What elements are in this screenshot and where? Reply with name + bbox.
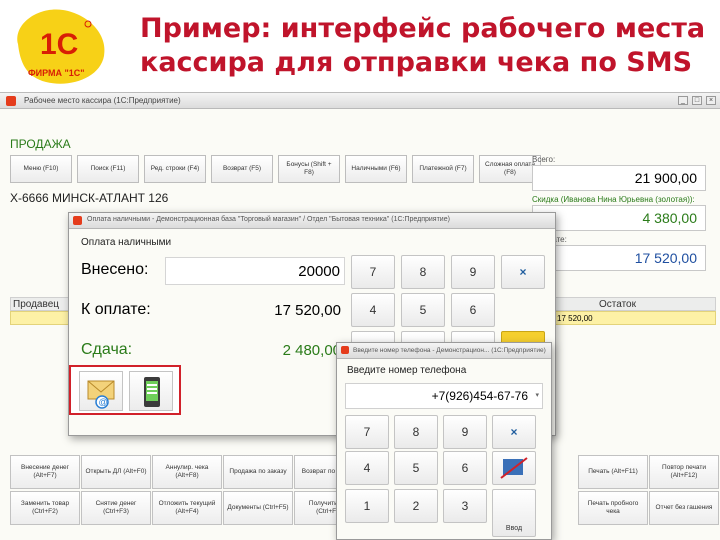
- change-label: Сдача:: [81, 341, 133, 358]
- bottom-button[interactable]: Заменить товар (Ctrl+F2): [10, 491, 80, 525]
- bottom-button[interactable]: Повтор печати (Alt+F12): [649, 455, 719, 489]
- no-phone-button[interactable]: [492, 451, 536, 485]
- menu-button[interactable]: Меню (F10): [10, 155, 72, 183]
- phone-key-5[interactable]: 5: [394, 451, 438, 485]
- topay-value: 17 520,00: [532, 245, 706, 271]
- email-receipt-button[interactable]: @: [79, 371, 123, 411]
- current-item-name: Х-6666 МИНСК-АТЛАНТ 126: [10, 191, 169, 205]
- slide-title-line1: Пример: интерфейс рабочего места: [140, 13, 706, 44]
- bottom-button[interactable]: Печать (Alt+F11): [578, 455, 648, 489]
- sms-receipt-button[interactable]: [129, 371, 173, 411]
- bonus-button[interactable]: Бонусы (Shift + F8): [278, 155, 340, 183]
- phone-key-3[interactable]: 3: [443, 489, 487, 523]
- bottom-button[interactable]: Документы (Ctrl+F5): [223, 491, 293, 525]
- key-5[interactable]: 5: [401, 293, 445, 327]
- maximize-icon[interactable]: □: [692, 96, 702, 105]
- slide-title-line2: кассира для отправки чека по SMS: [140, 47, 693, 78]
- close-icon[interactable]: ×: [706, 96, 716, 105]
- key-7[interactable]: 7: [351, 255, 395, 289]
- edit-row-button[interactable]: Ред. строки (F4): [144, 155, 206, 183]
- email-icon: @: [87, 380, 115, 409]
- topay-label: К оплате:: [81, 301, 151, 318]
- payment-dialog-title: Оплата наличными - Демонстрационная база…: [87, 216, 450, 223]
- bottom-button[interactable]: Внесение денег (Alt+F7): [10, 455, 80, 489]
- phone-key-6[interactable]: 6: [443, 451, 487, 485]
- phone-input[interactable]: +7(926)454-67-76 ▾: [345, 383, 543, 409]
- app-title: Рабочее место кассира (1С:Предприятие): [24, 96, 181, 105]
- topay-value: 17 520,00: [274, 302, 341, 319]
- key-9[interactable]: 9: [451, 255, 495, 289]
- phone-number-dialog: Введите номер телефона - Демонстрацион..…: [336, 342, 552, 540]
- bottom-button[interactable]: Печать пробного чека: [578, 491, 648, 525]
- app-logo-icon: [6, 96, 16, 106]
- clear-key[interactable]: ×: [501, 255, 545, 289]
- svg-text:ФИРМА "1С": ФИРМА "1С": [28, 68, 85, 78]
- key-8[interactable]: 8: [401, 255, 445, 289]
- 1c-logo: 1С ФИРМА "1С": [17, 9, 105, 84]
- phone-key-8[interactable]: 8: [394, 415, 438, 449]
- payment-heading: Оплата наличными: [81, 237, 172, 248]
- phone-dialog-logo-icon: [341, 346, 349, 354]
- cash-button[interactable]: Наличными (F6): [345, 155, 407, 183]
- minimize-icon[interactable]: _: [678, 96, 688, 105]
- phone-key-4[interactable]: 4: [345, 451, 389, 485]
- phone-clear-key[interactable]: ×: [492, 415, 536, 449]
- app-titlebar: Рабочее место кассира (1С:Предприятие) _…: [0, 93, 720, 109]
- mobile-phone-icon: [144, 377, 160, 407]
- phone-key-1[interactable]: 1: [345, 489, 389, 523]
- svg-text:1С: 1С: [40, 28, 78, 61]
- total-value: 21 900,00: [532, 165, 706, 191]
- paid-label: Внесено:: [81, 261, 149, 278]
- bottom-button[interactable]: Продажа по заказу: [223, 455, 293, 489]
- function-toolbar: Меню (F10) Поиск (F11) Ред. строки (F4) …: [10, 155, 541, 183]
- row-sum: 17 520,00: [557, 314, 593, 323]
- bottom-button[interactable]: Снятие денег (Ctrl+F3): [81, 491, 151, 525]
- card-button[interactable]: Платежной (F7): [412, 155, 474, 183]
- slide-header: 1С ФИРМА "1С" Пример: интерфейс рабочего…: [0, 0, 720, 92]
- dialog-logo-icon: [73, 216, 82, 225]
- key-6[interactable]: 6: [451, 293, 495, 327]
- mode-label: ПРОДАЖА: [10, 137, 71, 151]
- payment-titlebar: Оплата наличными - Демонстрационная база…: [69, 213, 555, 229]
- phone-dialog-title: Введите номер телефона - Демонстрацион..…: [353, 347, 546, 354]
- bottom-button[interactable]: Отложить текущий (Alt+F4): [152, 491, 222, 525]
- phone-heading: Введите номер телефона: [347, 365, 467, 376]
- paid-input[interactable]: 20000: [165, 257, 345, 285]
- search-button[interactable]: Поиск (F11): [77, 155, 139, 183]
- phone-key-2[interactable]: 2: [394, 489, 438, 523]
- bottom-button[interactable]: Отчет без гашения: [649, 491, 719, 525]
- key-4[interactable]: 4: [351, 293, 395, 327]
- phone-value: +7(926)454-67-76: [431, 389, 528, 403]
- total-label: Всего:: [532, 155, 556, 164]
- bottom-button[interactable]: Открыть ДЛ (Alt+F0): [81, 455, 151, 489]
- return-button[interactable]: Возврат (F5): [211, 155, 273, 183]
- col-seller: Продавец: [13, 299, 59, 310]
- discount-label: Скидка (Иванова Нина Юрьевна (золотая)):: [532, 195, 695, 204]
- discount-value: 4 380,00: [532, 205, 706, 231]
- slide-title: Пример: интерфейс рабочего места кассира…: [140, 12, 710, 80]
- phone-enter-button[interactable]: Ввод: [492, 489, 536, 537]
- col-rest: Остаток: [599, 299, 636, 310]
- send-receipt-options: @: [69, 365, 181, 415]
- phone-key-7[interactable]: 7: [345, 415, 389, 449]
- no-phone-icon: [500, 457, 528, 479]
- bottom-button[interactable]: Аннулир. чека (Alt+F8): [152, 455, 222, 489]
- change-value: 2 480,00: [282, 342, 341, 359]
- svg-text:@: @: [99, 397, 108, 407]
- phone-key-9[interactable]: 9: [443, 415, 487, 449]
- dropdown-icon[interactable]: ▾: [535, 384, 539, 408]
- phone-titlebar: Введите номер телефона - Демонстрацион..…: [337, 343, 551, 359]
